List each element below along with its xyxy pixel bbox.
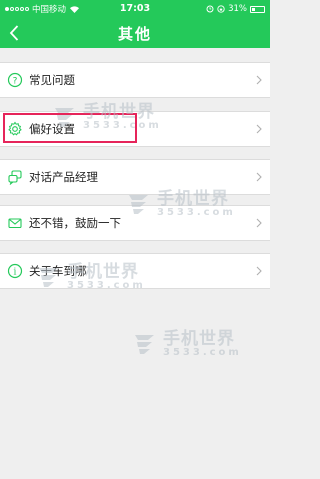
gear-icon: [6, 120, 24, 138]
envelope-icon: [6, 214, 24, 232]
chat-bubbles-icon: [6, 168, 24, 186]
menu-item-faq[interactable]: ? 常见问题: [0, 63, 270, 97]
status-bar: 中国移动 17:03 31%: [0, 0, 270, 18]
chevron-right-icon: [256, 266, 262, 276]
watermark-logo-icon: [135, 335, 154, 354]
clock: 17:03: [119, 3, 151, 14]
menu-group-preferences: 偏好设置: [0, 111, 270, 147]
menu-item-chat-pm[interactable]: 对话产品经理: [0, 160, 270, 194]
menu-group-rate: 还不错，鼓励一下: [0, 205, 270, 241]
back-button[interactable]: [9, 22, 29, 44]
menu-item-about[interactable]: i 关于车到哪: [0, 254, 270, 288]
menu-group-faq: ? 常见问题: [0, 62, 270, 98]
battery-icon: [250, 5, 265, 13]
chevron-right-icon: [256, 124, 262, 134]
nav-bar: 其他: [0, 18, 270, 48]
chevron-left-icon: [9, 25, 19, 41]
menu-item-label: 常见问题: [29, 73, 75, 87]
menu-item-preferences[interactable]: 偏好设置: [0, 112, 270, 146]
chevron-right-icon: [256, 218, 262, 228]
menu-item-label: 对话产品经理: [29, 170, 98, 184]
chevron-right-icon: [256, 172, 262, 182]
menu-item-label: 偏好设置: [29, 122, 75, 136]
menu-group-about: i 关于车到哪: [0, 253, 270, 289]
chevron-right-icon: [256, 75, 262, 85]
question-circle-icon: ?: [6, 71, 24, 89]
svg-text:i: i: [14, 268, 17, 278]
menu-item-label: 还不错，鼓励一下: [29, 216, 121, 230]
menu-item-rate[interactable]: 还不错，鼓励一下: [0, 206, 270, 240]
info-circle-icon: i: [6, 262, 24, 280]
menu-group-chat: 对话产品经理: [0, 159, 270, 195]
page-title: 其他: [117, 24, 152, 43]
menu-item-label: 关于车到哪: [29, 264, 87, 278]
watermark: 手机世界 3533.com: [132, 330, 242, 358]
svg-text:?: ?: [13, 77, 18, 87]
